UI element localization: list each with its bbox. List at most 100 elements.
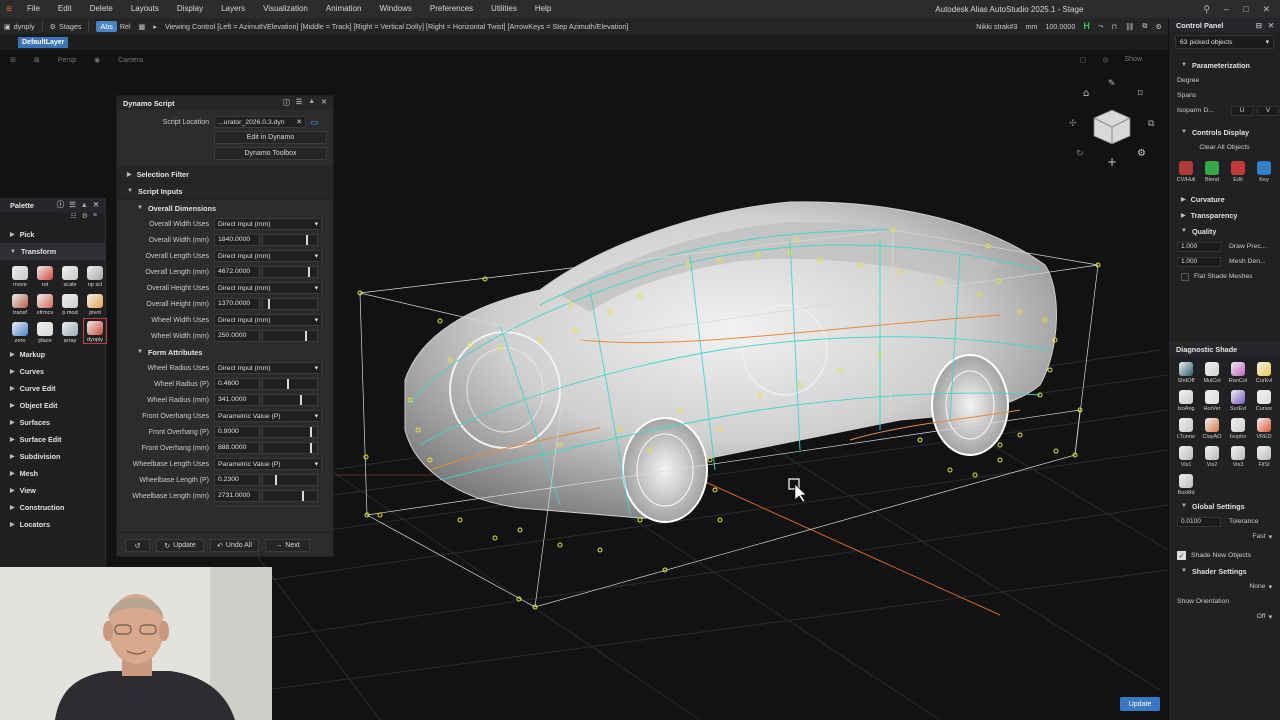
quality-section[interactable]: ▼ Quality xyxy=(1169,223,1280,239)
list-view-icon[interactable]: ☷ xyxy=(70,212,76,226)
magnet-icon[interactable]: ⊓ xyxy=(1112,22,1118,31)
param-mode-select[interactable]: Direct Input (mm) ▾ xyxy=(214,282,322,294)
next-button[interactable]: → Next xyxy=(265,539,310,552)
display-cv-hull[interactable]: CV/Hull xyxy=(1173,157,1199,183)
param-slider[interactable] xyxy=(262,474,318,486)
param-slider[interactable] xyxy=(262,490,318,502)
menu-file[interactable]: File xyxy=(18,0,49,18)
menu-icon[interactable]: ☰ xyxy=(296,98,302,108)
slider-knob[interactable] xyxy=(286,379,289,389)
orientation-off-select[interactable]: Off ▾ xyxy=(1169,609,1280,624)
param-slider[interactable] xyxy=(262,394,318,406)
shader-settings-section[interactable]: ▼ Shader Settings xyxy=(1169,563,1280,579)
palette-cat-pick[interactable]: ▶ Pick xyxy=(0,226,105,243)
control-panel-update-button[interactable]: Update xyxy=(1120,697,1160,711)
script-location-field[interactable]: ...urator_2026.0.3.dyn ✕ xyxy=(214,116,306,128)
pin-icon[interactable]: ⊟ xyxy=(1256,21,1262,30)
global-settings-section[interactable]: ▼ Global Settings xyxy=(1169,498,1280,514)
tool-move[interactable]: move xyxy=(8,262,32,288)
layer-default[interactable]: DefaultLayer xyxy=(18,36,69,48)
edit-in-dynamo-button[interactable]: Edit in Dynamo xyxy=(214,131,327,144)
maximize-icon[interactable]: □ xyxy=(1243,4,1248,15)
param-mode-select[interactable]: Parametric Value (P)▾ xyxy=(214,458,322,470)
diag-vis1[interactable]: Vis1 xyxy=(1173,442,1199,468)
flat-shade-checkbox[interactable] xyxy=(1181,272,1189,281)
clear-icon[interactable]: ✕ xyxy=(296,118,302,126)
transparency-section[interactable]: ▶ Transparency xyxy=(1169,207,1280,223)
palette-cat-object-edit[interactable]: ▶ Object Edit xyxy=(0,397,105,414)
history-button[interactable]: H xyxy=(1083,21,1090,31)
abs-toggle[interactable]: Abs xyxy=(96,20,117,32)
form-attributes-section[interactable]: ▼ Form Attributes xyxy=(117,344,333,360)
close-icon[interactable]: ✕ xyxy=(93,200,99,210)
view-cube[interactable] xyxy=(1093,109,1131,145)
tool-pivot[interactable]: pivot xyxy=(83,290,107,316)
palette-cat-surface-edit[interactable]: ▶ Surface Edit xyxy=(0,431,105,448)
mesh-density-input[interactable]: 1.000 xyxy=(1177,256,1221,267)
shade-new-checkbox[interactable]: ✓ xyxy=(1177,551,1186,560)
info-icon[interactable]: ⓘ xyxy=(57,200,64,210)
settings-icon[interactable]: ⚙ xyxy=(1156,22,1162,31)
slider-knob[interactable] xyxy=(302,491,304,501)
link-icon[interactable]: ⛓ xyxy=(1125,22,1134,31)
view-settings-icon[interactable]: ⧉ xyxy=(1148,119,1155,129)
zoom-plus-icon[interactable]: + xyxy=(1107,155,1117,169)
tool-xfrmcv[interactable]: xfrmcv xyxy=(33,290,57,316)
close-icon[interactable]: ✕ xyxy=(1262,4,1270,15)
account-icon[interactable]: ⚲ xyxy=(1203,4,1210,15)
param-value-input[interactable]: 0.9000 xyxy=(214,426,260,438)
param-slider[interactable] xyxy=(262,442,318,454)
diag-mulcol[interactable]: MulCol xyxy=(1199,358,1225,384)
param-slider[interactable] xyxy=(262,426,318,438)
palette-cat-view[interactable]: ▶ View xyxy=(0,482,105,499)
menu-preferences[interactable]: Preferences xyxy=(421,0,482,18)
diag-boxmd[interactable]: BoxMd xyxy=(1173,470,1199,496)
reset-button[interactable]: ↺ xyxy=(125,539,150,552)
param-slider[interactable] xyxy=(262,234,318,246)
selection-filter-section[interactable]: ▶ Selection Filter xyxy=(117,166,333,183)
shelf-button[interactable]: ▣ dynply xyxy=(0,22,39,31)
menu-help[interactable]: Help xyxy=(526,0,560,18)
tool-scale[interactable]: scale xyxy=(58,262,82,288)
menu-delete[interactable]: Delete xyxy=(81,0,122,18)
copy-icon[interactable]: ⧉ xyxy=(1142,21,1147,31)
tolerance-readout[interactable]: 100.0000 xyxy=(1045,22,1075,31)
param-value-input[interactable]: 2731.0000 xyxy=(214,490,260,502)
collapse-icon[interactable]: ▲ xyxy=(308,98,315,108)
param-value-input[interactable]: 250.0000 xyxy=(214,330,260,342)
undo-all-button[interactable]: ↶ Undo All xyxy=(210,539,259,552)
param-value-input[interactable]: 888.0000 xyxy=(214,442,260,454)
lines-icon[interactable]: ≡ xyxy=(93,212,97,226)
update-button[interactable]: ↻ Update xyxy=(156,539,204,552)
diag-clayao[interactable]: ClayAO xyxy=(1199,414,1225,440)
tool-zero[interactable]: zero xyxy=(8,318,32,344)
menu-animation[interactable]: Animation xyxy=(317,0,371,18)
diag-cursor[interactable]: Cursor xyxy=(1251,386,1277,412)
palette-cat-mesh[interactable]: ▶ Mesh xyxy=(0,465,105,482)
clear-all-objects-button[interactable]: Clear All Objects xyxy=(1169,140,1280,155)
menu-layers[interactable]: Layers xyxy=(212,0,254,18)
menu-layouts[interactable]: Layouts xyxy=(122,0,168,18)
diag-isoang[interactable]: IsoAng xyxy=(1173,386,1199,412)
param-value-input[interactable]: 0.2300 xyxy=(214,474,260,486)
tool-rot[interactable]: rot xyxy=(33,262,57,288)
param-mode-select[interactable]: Direct Input (mm) ▾ xyxy=(214,314,322,326)
param-value-input[interactable]: 341.0000 xyxy=(214,394,260,406)
palette-cat-transform[interactable]: ▼ Transform xyxy=(0,243,105,260)
settings-icon[interactable]: ⚙ xyxy=(82,212,88,226)
param-mode-select[interactable]: Parametric Value (P)▾ xyxy=(214,410,322,422)
tool-p-mod[interactable]: p.mod xyxy=(58,290,82,316)
diag-vis3[interactable]: Vis3 xyxy=(1225,442,1251,468)
param-slider[interactable] xyxy=(262,378,318,390)
diag-curevl[interactable]: CurEvl xyxy=(1251,358,1277,384)
display-blend[interactable]: Blend xyxy=(1199,157,1225,183)
param-slider[interactable] xyxy=(262,298,318,310)
bookmark-icon[interactable]: ⌑ xyxy=(1138,89,1143,99)
diag-vred[interactable]: VRED xyxy=(1251,414,1277,440)
diag-rancol[interactable]: RanCol xyxy=(1225,358,1251,384)
menu-display[interactable]: Display xyxy=(168,0,212,18)
v-button[interactable]: V xyxy=(1257,105,1279,116)
rel-toggle[interactable]: Rel xyxy=(120,22,131,31)
slider-knob[interactable] xyxy=(309,427,312,437)
tool-dynply[interactable]: dynply xyxy=(83,318,107,344)
